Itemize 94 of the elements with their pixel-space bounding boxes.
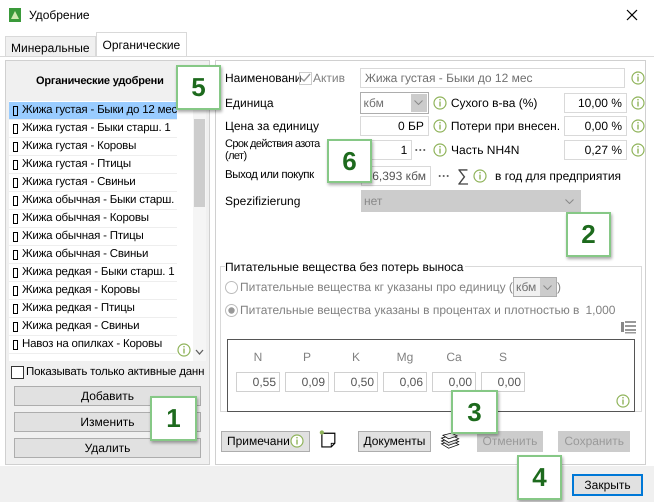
scrollbar-thumb[interactable]	[194, 119, 206, 207]
field-label: в год для предприятия	[495, 168, 622, 184]
list-item[interactable]: Жижа густая - Коровы	[9, 138, 178, 156]
tab[interactable]: Минеральные	[5, 36, 96, 56]
number-field[interactable]: 0,00 %	[564, 116, 627, 136]
marker-icon	[13, 196, 18, 206]
marker-icon	[13, 322, 18, 332]
unit-dropdown[interactable]: кбм	[512, 277, 557, 297]
info-icon	[473, 168, 487, 182]
caret-icon	[414, 100, 424, 105]
close-icon[interactable]	[626, 9, 638, 21]
marker-icon	[13, 178, 18, 188]
marker-icon	[13, 124, 18, 134]
field-label: )	[556, 279, 561, 296]
window-title: Удобрение	[29, 7, 90, 24]
info-icon	[290, 434, 304, 448]
marker-icon	[13, 250, 18, 260]
field-label: Цена за единицу	[225, 118, 320, 134]
info-icon	[432, 118, 447, 132]
info-icon	[616, 394, 630, 408]
action-button[interactable]: Документы	[358, 430, 432, 452]
number-field[interactable]: 0,50	[334, 372, 378, 392]
name-field[interactable]: Жижа густая - Быки до 12 мес	[360, 68, 625, 88]
list-item[interactable]: Жижа обычная - Быки старш.	[9, 192, 178, 210]
list-item[interactable]: Жижа обычная - Птицы	[9, 228, 178, 246]
number-field[interactable]: 0,09	[285, 372, 329, 392]
list-item[interactable]: Навоз на опилках - Коровы	[9, 336, 178, 354]
list-item[interactable]: Жижа обычная - Свиньи	[9, 246, 178, 264]
field-label: Часть NH4N	[451, 142, 520, 159]
action-button[interactable]: Примечани	[221, 430, 310, 452]
tab[interactable]: Органические	[96, 32, 188, 56]
caret-icon	[543, 284, 552, 290]
column-header: Ca	[446, 349, 462, 366]
list-item[interactable]: Жижа густая - Быки до 12 мес	[9, 102, 178, 120]
sum-button[interactable]: ∑	[457, 167, 471, 184]
marker-icon	[13, 214, 18, 224]
number-field[interactable]: 0,06	[383, 372, 427, 392]
field-label: Единица	[225, 94, 275, 112]
active-checkbox[interactable]: Актив	[299, 69, 360, 87]
show-active-checkbox[interactable]: Показывать только активные данн	[6, 364, 209, 381]
density-value: 1,000	[585, 302, 616, 319]
marker-icon	[13, 106, 18, 116]
marker-icon	[13, 142, 18, 152]
list-header: Органические удобрени	[36, 74, 164, 89]
list-item[interactable]: Жижа густая - Быки старш. 1	[9, 120, 178, 138]
app-icon	[7, 7, 23, 23]
number-field[interactable]: 0 БР	[360, 116, 429, 136]
scroll-down-icon	[195, 349, 204, 355]
table-icon	[621, 320, 637, 334]
list-item[interactable]: Жижа густая - Свиньи	[9, 174, 178, 192]
list-item[interactable]: Жижа густая - Птицы	[9, 156, 178, 174]
column-header: N	[254, 349, 262, 366]
marker-icon	[13, 232, 18, 242]
column-header: S	[498, 349, 507, 366]
field-label: Потери при внесен.	[450, 118, 562, 134]
more-button[interactable]: ···	[412, 141, 430, 159]
more-button[interactable]: ···	[431, 166, 457, 184]
caret-icon	[564, 198, 574, 204]
field-label: Spezifizierung	[225, 193, 302, 210]
marker-icon	[13, 304, 18, 314]
unit-dropdown[interactable]: кбм	[360, 92, 429, 114]
radio-option[interactable]: Питательные вещества кг указаны про единицу (	[225, 278, 513, 296]
list-item[interactable]: Жижа редкая - Быки старш. 1	[9, 264, 178, 282]
field-label: Сухого в-ва (%)	[450, 94, 538, 112]
info-icon	[433, 143, 448, 157]
callout-tooltip: 3	[451, 390, 498, 434]
callout-tooltip: 6	[327, 139, 372, 183]
field-label: Выход или покупк	[225, 168, 315, 183]
marker-icon	[13, 340, 18, 350]
callout-tooltip: 1	[150, 396, 197, 441]
info-icon	[177, 343, 192, 357]
close-button[interactable]: Закрыть	[572, 474, 643, 496]
marker-icon	[13, 268, 18, 278]
marker-icon	[13, 286, 18, 296]
list-item[interactable]: Жижа обычная - Коровы	[9, 210, 178, 228]
number-field[interactable]: 0,27 %	[564, 140, 627, 160]
field-label: Срок действия азота (лет)	[225, 138, 322, 162]
action-button[interactable]: Удалить	[14, 438, 201, 458]
number-field[interactable]: 10,00 %	[564, 92, 627, 112]
column-header: K	[352, 349, 360, 366]
callout-tooltip: 4	[517, 455, 562, 500]
column-header: Mg	[396, 349, 414, 366]
list-item[interactable]: Жижа редкая - Коровы	[9, 282, 178, 300]
column-header: P	[302, 349, 311, 366]
field-label: Наименовани	[225, 70, 299, 87]
number-field[interactable]: 0,55	[236, 372, 280, 392]
callout-tooltip: 2	[566, 212, 611, 257]
list-item[interactable]: Жижа редкая - Птицы	[9, 300, 178, 318]
check-icon	[300, 72, 311, 84]
list-item[interactable]: Жижа редкая - Свиньи	[9, 318, 178, 336]
callout-tooltip: 5	[176, 65, 221, 110]
info-icon	[432, 96, 447, 110]
marker-icon	[13, 160, 18, 170]
radio-option[interactable]: Питательные вещества указаны в процентах и плотностью в	[225, 301, 580, 319]
